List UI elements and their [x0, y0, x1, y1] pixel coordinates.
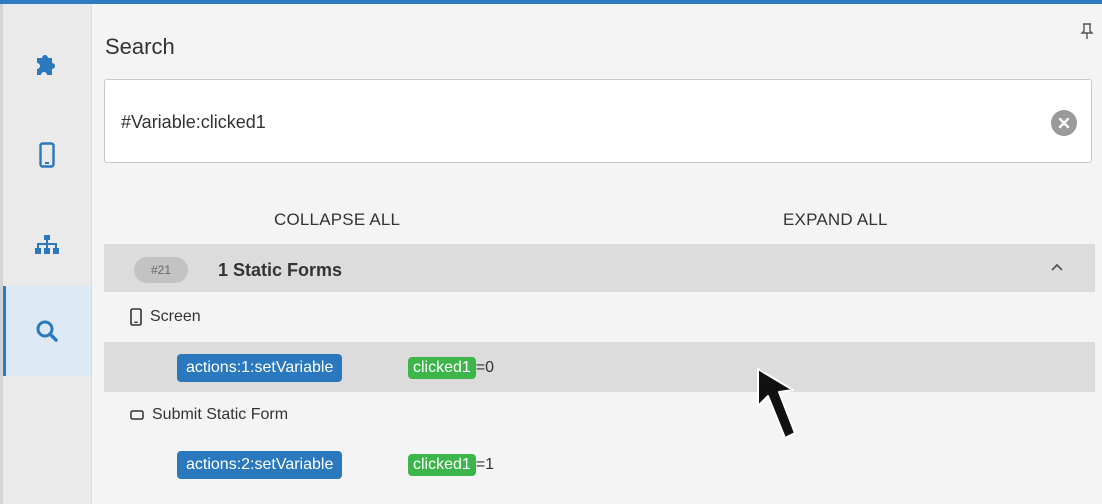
- search-input[interactable]: [121, 108, 1021, 136]
- search-field: [104, 79, 1092, 163]
- phone-icon: [39, 142, 55, 168]
- expand-all-button[interactable]: EXPAND ALL: [783, 210, 888, 230]
- close-icon: [1058, 117, 1070, 129]
- action-tag[interactable]: actions:2:setVariable: [177, 451, 343, 479]
- action-tag[interactable]: actions:1:setVariable: [177, 354, 343, 382]
- phone-icon: [130, 308, 142, 326]
- variable-value: =1: [475, 456, 495, 473]
- pin-icon[interactable]: [1080, 22, 1094, 40]
- section-submit-static-form[interactable]: Submit Static Form: [130, 406, 288, 424]
- variable-tag[interactable]: clicked1: [408, 357, 476, 379]
- sidebar-item-hierarchy[interactable]: [3, 200, 91, 290]
- section-screen[interactable]: Screen: [130, 308, 201, 326]
- search-panel: Search COLLAPSE ALL EXPAND ALL #21 1 Sta…: [92, 4, 1102, 504]
- count-badge: #21: [134, 257, 188, 283]
- mouse-cursor-icon: [757, 368, 796, 439]
- variable-tag[interactable]: clicked1: [408, 454, 476, 476]
- variable-value: =0: [475, 359, 495, 376]
- puzzle-icon: [37, 55, 55, 75]
- sidebar-item-plugins[interactable]: [3, 20, 91, 110]
- collapse-all-button[interactable]: COLLAPSE ALL: [274, 210, 400, 230]
- clear-search-button[interactable]: [1051, 110, 1077, 136]
- sidebar-item-device[interactable]: [3, 110, 91, 200]
- page-title: Search: [105, 34, 175, 59]
- result-group-header[interactable]: #21 1 Static Forms: [104, 244, 1095, 292]
- search-icon: [36, 320, 58, 342]
- sitemap-icon: [35, 235, 59, 254]
- variable-result: clicked1 =1: [408, 454, 494, 476]
- sidebar: [3, 4, 92, 504]
- sidebar-item-search[interactable]: [3, 286, 91, 376]
- variable-result: clicked1 =0: [408, 357, 494, 379]
- section-label: Submit Static Form: [152, 406, 289, 423]
- form-rect-icon: [130, 409, 144, 421]
- section-label: Screen: [150, 308, 201, 325]
- chevron-up-icon[interactable]: [1049, 260, 1065, 274]
- group-title: 1 Static Forms: [218, 260, 343, 280]
